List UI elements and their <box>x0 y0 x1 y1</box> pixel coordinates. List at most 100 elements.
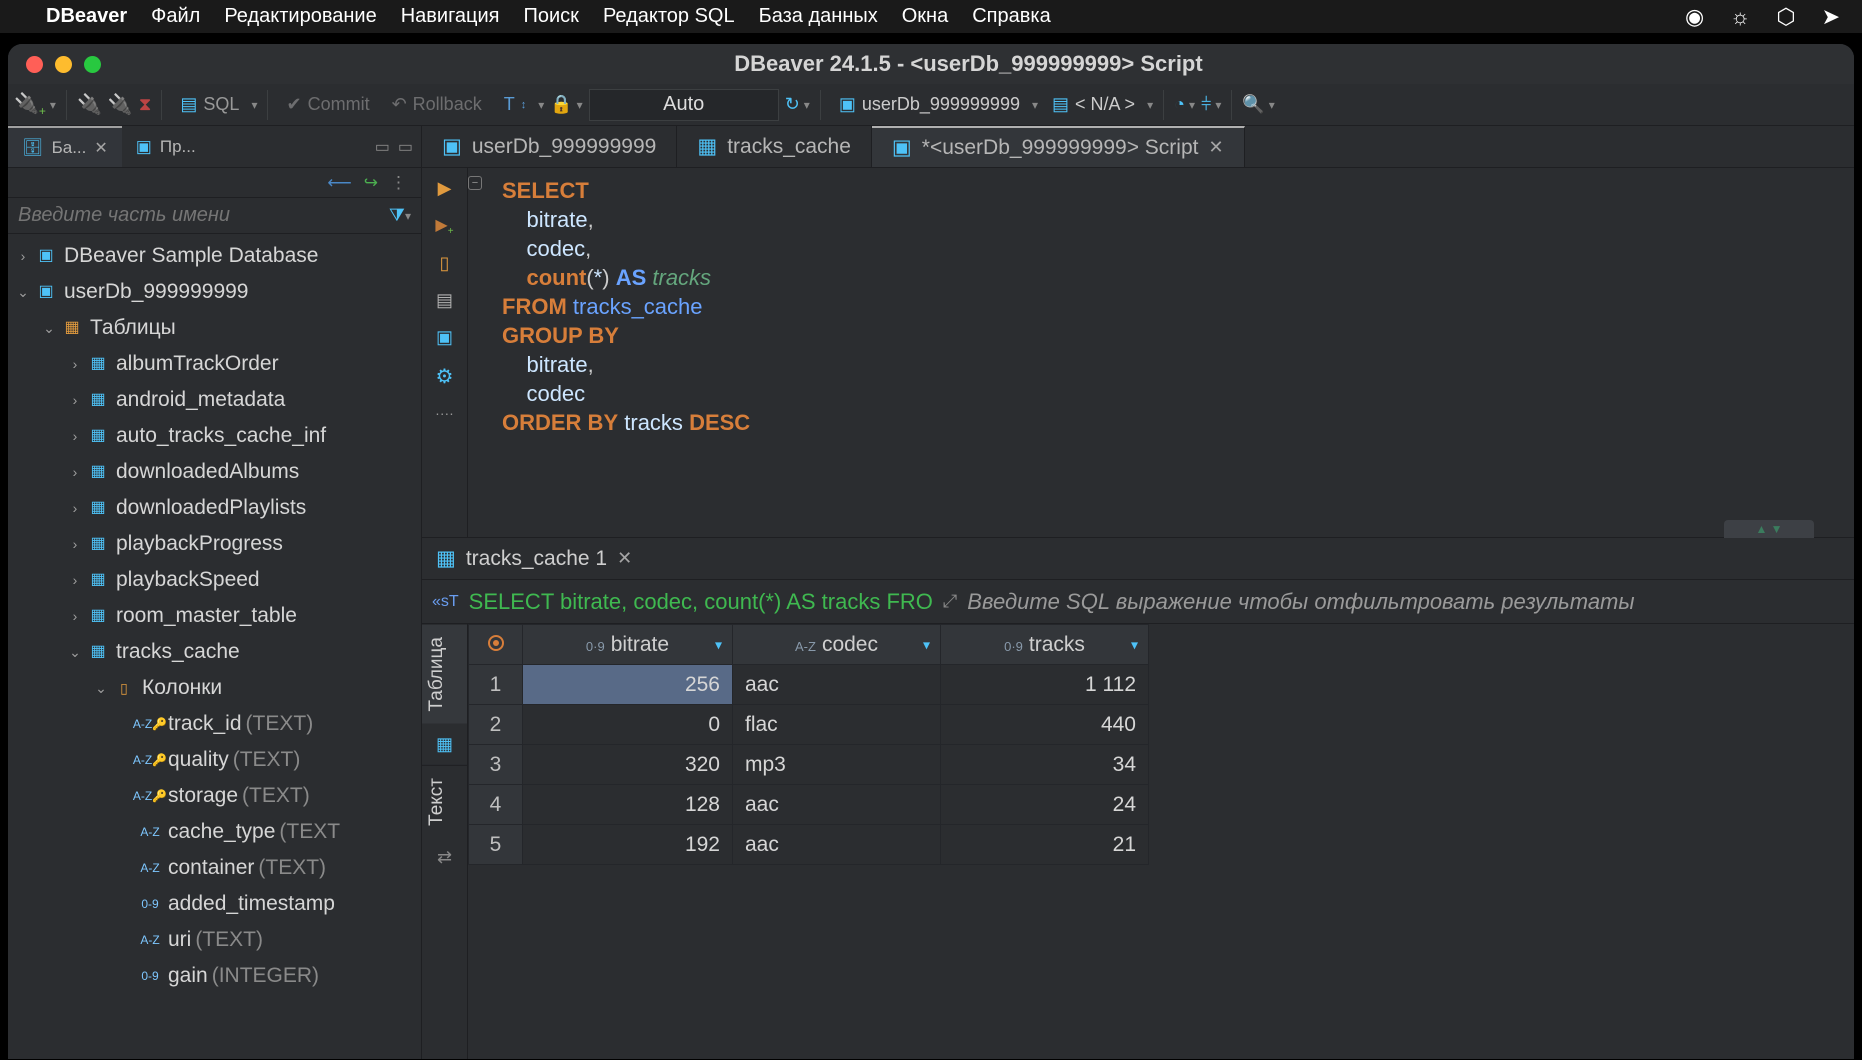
code-area[interactable]: − SELECT bitrate, codec, count(*) AS tra… <box>468 168 1854 537</box>
filter-menu[interactable]: ▾ <box>405 209 411 223</box>
search-menu[interactable]: ▾ <box>1269 98 1275 112</box>
menu-window[interactable]: Окна <box>902 5 948 28</box>
tree-table-tracks_cache[interactable]: ⌄▦tracks_cache <box>8 634 421 670</box>
cell-bitrate[interactable]: 0 <box>523 705 733 745</box>
cell-tracks[interactable]: 440 <box>941 705 1149 745</box>
tree-table-downloadedPlaylists[interactable]: ›▦downloadedPlaylists <box>8 490 421 526</box>
maximize-window-button[interactable] <box>84 56 101 73</box>
tree-table-playbackSpeed[interactable]: ›▦playbackSpeed <box>8 562 421 598</box>
execute-script-icon[interactable]: ▶+ <box>435 215 453 237</box>
minimize-icon[interactable]: ▭ <box>375 137 390 157</box>
cell-bitrate[interactable]: 192 <box>523 825 733 865</box>
restore-icon[interactable]: ▭ <box>398 137 413 157</box>
minimize-window-button[interactable] <box>55 56 72 73</box>
dashboard-menu[interactable]: ▾ <box>1189 98 1195 112</box>
menu-file[interactable]: Файл <box>151 5 200 28</box>
row-number[interactable]: 3 <box>469 745 523 785</box>
editor-tab-db[interactable]: ▣ userDb_999999999 <box>422 126 677 167</box>
grid-corner[interactable] <box>469 625 523 665</box>
table-row[interactable]: 4128aac24 <box>469 785 1149 825</box>
projects-icon[interactable]: ⫩ <box>1201 94 1211 115</box>
txn-mode-button[interactable]: T↕ <box>496 92 535 117</box>
tree-table-auto_tracks_cache_inf[interactable]: ›▦auto_tracks_cache_inf <box>8 418 421 454</box>
view-tab-text[interactable]: Текст <box>422 765 467 838</box>
console-icon[interactable]: ▣ <box>436 327 453 348</box>
navigator-tab-projects[interactable]: ▣ Пр... <box>122 126 210 167</box>
column-header-tracks[interactable]: 0·9tracks▾ <box>941 625 1149 665</box>
editor-tab-script[interactable]: ▣ *<userDb_999999999> Script ✕ <box>872 126 1245 167</box>
menu-navigation[interactable]: Навигация <box>401 5 500 28</box>
macos-menu-bar[interactable]: DBeaver Файл Редактирование Навигация По… <box>0 0 1862 33</box>
schema-menu[interactable]: ▾ <box>1147 98 1153 112</box>
app-name[interactable]: DBeaver <box>46 5 127 28</box>
menu-database[interactable]: База данных <box>759 5 878 28</box>
commit-mode-input[interactable] <box>589 89 779 121</box>
history-menu[interactable]: ▾ <box>804 98 810 112</box>
fold-icon[interactable]: − <box>468 176 482 190</box>
menu-search[interactable]: Поиск <box>524 5 579 28</box>
table-row[interactable]: 5192aac21 <box>469 825 1149 865</box>
schema-selector[interactable]: ▤ < N/A > <box>1044 92 1143 117</box>
filter-placeholder[interactable]: Введите SQL выражение чтобы отфильтроват… <box>967 589 1844 615</box>
reconnect-icon[interactable]: 🔌 <box>108 92 133 117</box>
results-tab[interactable]: ▦ tracks_cache 1 ✕ <box>436 546 632 571</box>
dashboard-icon[interactable]: ◔ <box>1174 94 1185 115</box>
table-row[interactable]: 3320mp334 <box>469 745 1149 785</box>
tree-table-albumTrackOrder[interactable]: ›▦albumTrackOrder <box>8 346 421 382</box>
tree-column-added_timestamp[interactable]: 0-9added_timestamp <box>8 886 421 922</box>
cell-codec[interactable]: mp3 <box>733 745 941 785</box>
datasource-menu[interactable]: ▾ <box>1032 98 1038 112</box>
navigator-filter-input[interactable] <box>18 204 389 227</box>
view-tab-table[interactable]: Таблица <box>422 624 467 724</box>
sql-toggle-icon[interactable]: «sT <box>432 593 459 611</box>
cell-tracks[interactable]: 34 <box>941 745 1149 785</box>
tree-table-android_metadata[interactable]: ›▦android_metadata <box>8 382 421 418</box>
search-icon[interactable]: 🔍 <box>1242 94 1264 115</box>
menu-help[interactable]: Справка <box>972 5 1050 28</box>
connect-icon[interactable]: 🔌 <box>77 92 102 117</box>
results-grid[interactable]: 0·9bitrate▾A-Zcodec▾0·9tracks▾ 1256aac1 … <box>468 624 1854 1059</box>
split-handle[interactable]: ▲ ▼ <box>1724 520 1814 538</box>
close-icon[interactable]: ✕ <box>617 548 632 569</box>
tree-table-downloadedAlbums[interactable]: ›▦downloadedAlbums <box>8 454 421 490</box>
grid-view-icon[interactable]: ▦ <box>436 724 453 765</box>
column-header-bitrate[interactable]: 0·9bitrate▾ <box>523 625 733 665</box>
projects-menu[interactable]: ▾ <box>1215 98 1221 112</box>
close-icon[interactable]: ✕ <box>1208 137 1223 158</box>
row-number[interactable]: 4 <box>469 785 523 825</box>
execute-page-icon[interactable]: ▯ <box>440 253 450 274</box>
funnel-icon[interactable]: ⧩ <box>389 205 405 226</box>
menu-sql-editor[interactable]: Редактор SQL <box>603 5 735 28</box>
tree-folder-columns[interactable]: ⌄▯Колонки <box>8 670 421 706</box>
tree-column-track_id[interactable]: A-Z🔑track_id (TEXT) <box>8 706 421 742</box>
disconnect-icon[interactable]: ⧗ <box>139 94 152 115</box>
table-row[interactable]: 20flac440 <box>469 705 1149 745</box>
table-row[interactable]: 1256aac1 112 <box>469 665 1149 705</box>
expand-icon[interactable]: ⤢ <box>943 591 957 612</box>
editor-tab-table[interactable]: ▦ tracks_cache <box>677 126 872 167</box>
cell-codec[interactable]: aac <box>733 785 941 825</box>
lock-icon[interactable]: 🔒 <box>550 94 572 115</box>
cell-bitrate[interactable]: 256 <box>523 665 733 705</box>
cell-codec[interactable]: aac <box>733 825 941 865</box>
txn-mode-menu[interactable]: ▾ <box>538 98 544 112</box>
history-icon[interactable]: ↻ <box>785 94 800 115</box>
close-icon[interactable]: ✕ <box>94 138 107 158</box>
sql-menu[interactable]: ▾ <box>251 98 257 112</box>
cell-tracks[interactable]: 24 <box>941 785 1149 825</box>
menu-edit[interactable]: Редактирование <box>224 5 376 28</box>
nav-forward-icon[interactable]: ↪ <box>364 173 378 193</box>
commit-button[interactable]: ✔ Commit <box>278 92 377 117</box>
tree-column-container[interactable]: A-Zcontainer (TEXT) <box>8 850 421 886</box>
cell-bitrate[interactable]: 320 <box>523 745 733 785</box>
cell-tracks[interactable]: 1 112 <box>941 665 1149 705</box>
settings-icon[interactable]: ⚙ <box>436 364 454 389</box>
cell-codec[interactable]: flac <box>733 705 941 745</box>
tree-folder-tables[interactable]: ⌄▦Таблицы <box>8 310 421 346</box>
datasource-selector[interactable]: ▣ userDb_999999999 <box>831 92 1028 117</box>
brightness-icon[interactable]: ☼ <box>1730 4 1750 30</box>
close-window-button[interactable] <box>26 56 43 73</box>
navigator-tab-databases[interactable]: 🗄 Ба... ✕ <box>8 126 122 167</box>
lock-menu[interactable]: ▾ <box>577 98 583 112</box>
cell-bitrate[interactable]: 128 <box>523 785 733 825</box>
